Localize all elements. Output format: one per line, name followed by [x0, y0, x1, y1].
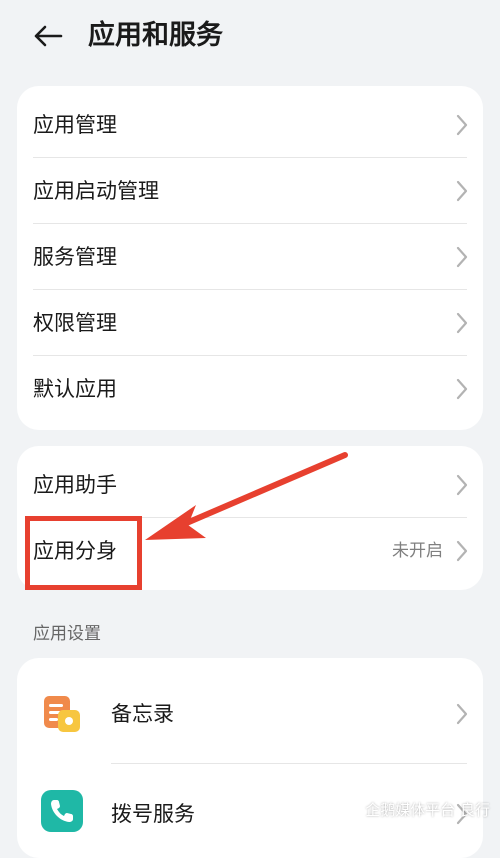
back-arrow-icon — [34, 25, 63, 47]
app-assistant-row[interactable]: 应用助手 — [17, 452, 483, 518]
settings-card-main: 应用管理 应用启动管理 服务管理 权限管理 默认应用 — [17, 86, 483, 430]
row-label: 默认应用 — [33, 377, 117, 401]
watermark-text: 企鹅媒体平台 良行 — [365, 801, 490, 819]
chevron-right-icon — [456, 180, 468, 202]
service-management-row[interactable]: 服务管理 — [17, 224, 483, 290]
chevron-right-icon — [456, 540, 468, 562]
chevron-right-icon — [456, 246, 468, 268]
section-header-app-settings: 应用设置 — [33, 624, 101, 644]
row-label: 备忘录 — [111, 702, 174, 726]
notepad-icon — [44, 696, 80, 732]
row-label: 应用启动管理 — [33, 179, 159, 203]
permission-management-row[interactable]: 权限管理 — [17, 290, 483, 356]
settings-card-assist: 应用助手 应用分身 未开启 — [17, 446, 483, 590]
memo-row[interactable]: 备忘录 — [17, 664, 483, 764]
row-label: 应用管理 — [33, 113, 117, 137]
watermark: 企鹅媒体平台 良行 — [345, 798, 490, 822]
back-button[interactable] — [28, 16, 68, 56]
app-settings-card: 备忘录 拨号服务 — [17, 658, 483, 858]
row-label: 服务管理 — [33, 245, 117, 269]
app-launch-management-row[interactable]: 应用启动管理 — [17, 158, 483, 224]
chevron-right-icon — [456, 312, 468, 334]
row-label: 拨号服务 — [111, 802, 195, 826]
chevron-right-icon — [456, 114, 468, 136]
header-bar: 应用和服务 — [0, 0, 500, 72]
chevron-right-icon — [456, 378, 468, 400]
page-title: 应用和服务 — [88, 20, 223, 51]
row-label: 应用分身 — [33, 539, 117, 563]
default-apps-row[interactable]: 默认应用 — [17, 356, 483, 422]
status-value: 未开启 — [392, 541, 443, 561]
chevron-right-icon — [456, 474, 468, 496]
app-management-row[interactable]: 应用管理 — [17, 92, 483, 158]
row-label: 应用助手 — [33, 473, 117, 497]
watermark-logo-icon — [345, 802, 361, 818]
row-label: 权限管理 — [33, 311, 117, 335]
phone-icon — [41, 790, 83, 832]
chevron-right-icon — [456, 703, 468, 725]
app-twin-row[interactable]: 应用分身 未开启 — [17, 518, 483, 584]
